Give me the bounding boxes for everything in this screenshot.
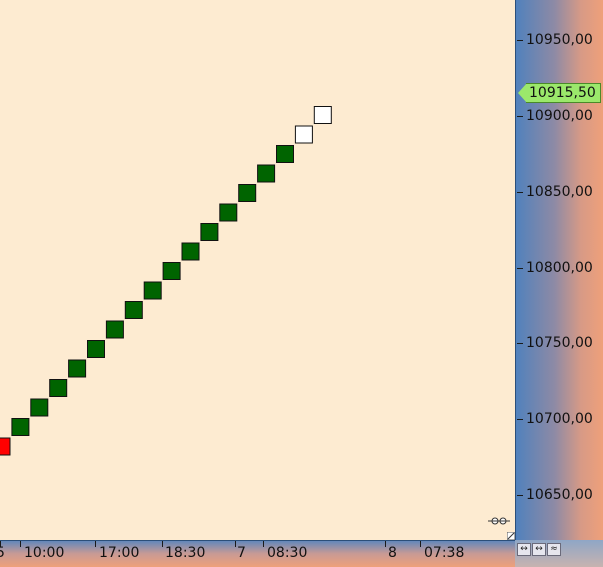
x-tick-label: 10:00	[24, 545, 65, 561]
renko-brick	[105, 320, 124, 339]
y-tick	[517, 268, 523, 269]
renko-brick	[313, 106, 332, 124]
x-tick	[263, 541, 264, 547]
scroll-horizontal-button[interactable]: ↔	[517, 543, 531, 556]
renko-brick	[294, 125, 313, 144]
y-tick	[517, 495, 523, 496]
renko-brick	[0, 437, 11, 456]
renko-bricks	[0, 106, 332, 456]
y-tick	[517, 40, 523, 41]
renko-brick	[49, 379, 68, 397]
x-tick-label: 08:30	[267, 545, 308, 561]
x-tick	[235, 541, 236, 547]
zoom-horizontal-button[interactable]: ↔	[532, 543, 546, 556]
y-tick	[517, 419, 523, 420]
renko-brick	[143, 281, 162, 300]
x-tick-label: 8	[388, 545, 397, 561]
y-tick-label: 10900,00	[526, 108, 593, 124]
y-tick-label: 10700,00	[526, 411, 593, 427]
y-tick	[517, 116, 523, 117]
resize-corner-icon[interactable]	[507, 532, 515, 540]
chart-window: 10650,00 10700,00 10750,00 10800,00 10850,00…	[0, 0, 603, 567]
x-tick	[20, 541, 21, 547]
plot-area[interactable]	[0, 0, 515, 540]
horizontal-arrows-icon: ↔	[535, 544, 543, 554]
renko-brick	[68, 359, 87, 378]
y-tick	[517, 192, 523, 193]
y-tick-label: 10750,00	[526, 335, 593, 351]
y-tick	[517, 343, 523, 344]
x-tick-label: 5	[0, 545, 5, 561]
x-tick	[420, 541, 421, 547]
y-tick-label: 10800,00	[526, 260, 593, 276]
renko-brick	[181, 242, 200, 261]
y-tick-label: 10850,00	[526, 184, 593, 200]
horizontal-arrows-icon: ↔	[520, 544, 528, 554]
x-tick-label: 7	[237, 545, 246, 561]
wave-icon: ≈	[550, 544, 558, 554]
renko-brick	[276, 145, 294, 163]
renko-brick	[200, 223, 219, 241]
x-tick	[95, 541, 96, 547]
y-tick-label: 10650,00	[526, 487, 593, 503]
y-tick-label: 10950,00	[526, 32, 593, 48]
last-price-label: 10915,50	[526, 83, 601, 103]
x-tick-label: 17:00	[99, 545, 140, 561]
renko-brick	[162, 262, 181, 280]
x-tick-label: 07:38	[424, 545, 465, 561]
renko-brick	[257, 164, 276, 183]
renko-brick	[238, 184, 257, 202]
x-tick	[162, 541, 163, 547]
renko-brick	[87, 340, 105, 358]
renko-brick	[30, 398, 49, 417]
x-tick	[385, 541, 386, 547]
x-tick-label: 18:30	[165, 545, 206, 561]
renko-brick	[11, 418, 30, 436]
link-icon[interactable]	[487, 515, 511, 527]
time-axis-line	[0, 540, 515, 541]
renko-brick	[124, 301, 143, 319]
chart-style-button[interactable]: ≈	[547, 543, 561, 556]
renko-brick	[219, 203, 238, 222]
price-axis-line	[515, 0, 516, 540]
